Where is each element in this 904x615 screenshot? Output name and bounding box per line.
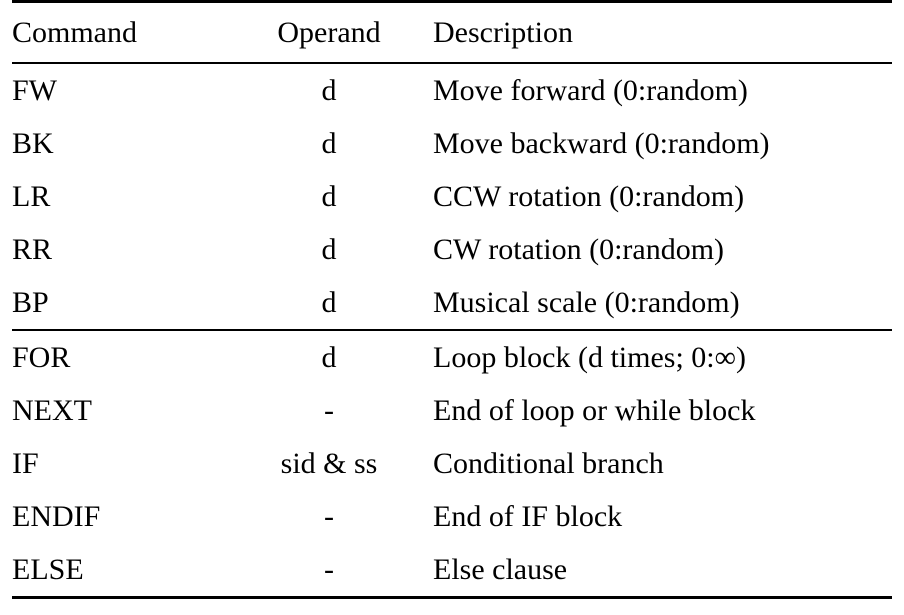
cell-operand: d (321, 127, 337, 160)
cell-operand: - (324, 394, 334, 427)
cell-description: Move forward (0:random) (433, 74, 748, 107)
cell-operand: d (321, 74, 337, 107)
table-row: BP d Musical scale (0:random) (12, 276, 892, 330)
table-row: FOR d Loop block (d times; 0:∞) (12, 329, 892, 384)
table-row: FW d Move forward (0:random) (12, 63, 892, 117)
column-header-operand: Operand (225, 0, 433, 64)
cell-command: NEXT (12, 394, 92, 427)
cell-operand: sid & ss (280, 447, 378, 480)
cell-command: RR (12, 233, 53, 266)
cell-description: Conditional branch (433, 447, 664, 480)
cell-command: ENDIF (12, 500, 101, 533)
cell-description: CCW rotation (0:random) (433, 180, 745, 213)
table-row: ELSE - Else clause (12, 543, 892, 599)
cell-operand: - (225, 543, 433, 599)
command-reference-table-container: Command Operand Description FW d Move fo… (12, 0, 892, 615)
cell-command: LR (12, 180, 51, 213)
cell-command: FOR (12, 329, 225, 384)
table-header-row: Command Operand Description (12, 0, 892, 64)
table-row: LR d CCW rotation (0:random) (12, 170, 892, 223)
table-row: ENDIF - End of IF block (12, 490, 892, 543)
cell-operand: d (321, 180, 337, 213)
command-reference-table: Command Operand Description FW d Move fo… (12, 0, 892, 599)
table-header: Command Operand Description (12, 0, 892, 64)
cell-command: BP (12, 286, 49, 319)
cell-description: Loop block (d times; 0:∞) (433, 329, 892, 384)
table-row: IF sid & ss Conditional branch (12, 437, 892, 490)
cell-operand: d (321, 233, 337, 266)
cell-command: IF (12, 447, 39, 480)
cell-description: End of loop or while block (433, 394, 756, 427)
cell-operand: d (225, 329, 433, 384)
cell-description: Move backward (0:random) (433, 127, 770, 160)
cell-description: Else clause (433, 543, 892, 599)
cell-command: BK (12, 127, 54, 160)
cell-command: FW (12, 74, 57, 107)
table-body: FW d Move forward (0:random) BK d Move b… (12, 63, 892, 599)
cell-operand: d (321, 286, 337, 319)
column-header-description: Description (433, 0, 892, 64)
table-row: NEXT - End of loop or while block (12, 384, 892, 437)
table-row: BK d Move backward (0:random) (12, 117, 892, 170)
table-row: RR d CW rotation (0:random) (12, 223, 892, 276)
cell-operand: - (324, 500, 334, 533)
cell-description: Musical scale (0:random) (433, 286, 740, 319)
cell-description: End of IF block (433, 500, 623, 533)
column-header-command: Command (12, 0, 225, 64)
cell-command: ELSE (12, 543, 225, 599)
cell-description: CW rotation (0:random) (433, 233, 725, 266)
